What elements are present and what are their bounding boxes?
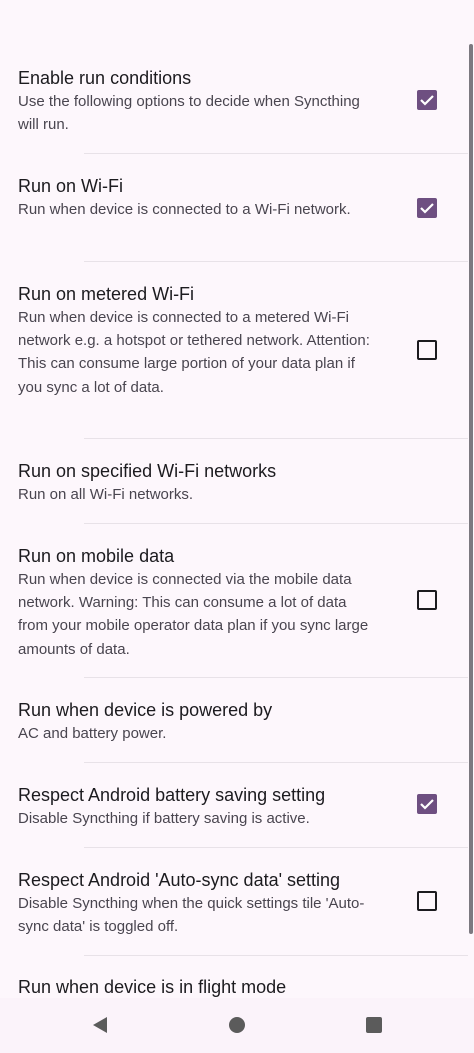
setting-summary: Disable Syncthing when the quick setting… [18,895,365,936]
enable-run-conditions-checkbox[interactable] [417,90,437,110]
run-on-metered-wifi-checkbox[interactable] [417,340,437,360]
checkmark-icon [420,203,434,214]
scrollbar[interactable] [469,44,473,934]
setting-title: Enable run conditions [18,68,192,88]
setting-run-when-powered-by[interactable]: Run when device is powered by AC and bat… [0,678,468,763]
respect-auto-sync-checkbox[interactable] [417,891,437,911]
setting-summary: Run when device is connected to a Wi-Fi … [18,201,351,218]
setting-summary: Disable Syncthing if battery saving is a… [18,810,310,827]
setting-run-on-wifi[interactable]: Run on Wi-Fi Run when device is connecte… [0,154,468,262]
setting-text: Run on metered Wi-Fi Run when device is … [18,282,370,399]
setting-text: Run when device is in flight mode [18,975,370,998]
setting-run-in-flight-mode[interactable]: Run when device is in flight mode [0,956,468,998]
setting-text: Run on Wi-Fi Run when device is connecte… [18,174,370,221]
setting-title: Run on specified Wi-Fi networks [18,461,277,481]
run-conditions-settings-list: Enable run conditions Use the following … [0,0,474,998]
setting-title: Respect Android battery saving setting [18,785,326,805]
setting-text: Run when device is powered by AC and bat… [18,698,370,745]
back-icon[interactable] [91,1016,109,1034]
setting-enable-run-conditions[interactable]: Enable run conditions Use the following … [0,44,468,154]
setting-summary: Run on all Wi-Fi networks. [18,486,194,503]
home-icon[interactable] [229,1017,245,1033]
setting-respect-battery-saving[interactable]: Respect Android battery saving setting D… [0,763,468,848]
setting-summary: Run when device is connected to a metere… [18,309,370,396]
setting-summary: Run when device is connected via the mob… [18,571,369,658]
setting-title: Run when device is powered by [18,700,273,720]
setting-respect-auto-sync[interactable]: Respect Android 'Auto-sync data' setting… [0,848,468,956]
setting-run-on-mobile-data[interactable]: Run on mobile data Run when device is co… [0,524,468,678]
setting-title: Run on mobile data [18,546,175,566]
checkmark-icon [420,799,434,810]
setting-run-on-metered-wifi[interactable]: Run on metered Wi-Fi Run when device is … [0,262,468,439]
recents-icon[interactable] [366,1017,382,1033]
checkmark-icon [420,95,434,106]
setting-text: Enable run conditions Use the following … [18,66,370,136]
setting-text: Run on mobile data Run when device is co… [18,544,370,661]
setting-title: Run on metered Wi-Fi [18,284,195,304]
setting-title: Run when device is in flight mode [18,977,287,997]
setting-title: Respect Android 'Auto-sync data' setting [18,870,341,890]
setting-text: Respect Android 'Auto-sync data' setting… [18,868,370,938]
setting-summary: Use the following options to decide when… [18,93,360,134]
respect-battery-saving-checkbox[interactable] [417,794,437,814]
run-on-mobile-data-checkbox[interactable] [417,590,437,610]
setting-summary: AC and battery power. [18,725,167,742]
run-on-wifi-checkbox[interactable] [417,198,437,218]
setting-text: Respect Android battery saving setting D… [18,783,370,830]
setting-title: Run on Wi-Fi [18,176,124,196]
setting-text: Run on specified Wi-Fi networks Run on a… [18,459,370,506]
setting-run-on-specified-wifi-networks[interactable]: Run on specified Wi-Fi networks Run on a… [0,439,468,524]
system-navigation-bar [0,998,474,1053]
